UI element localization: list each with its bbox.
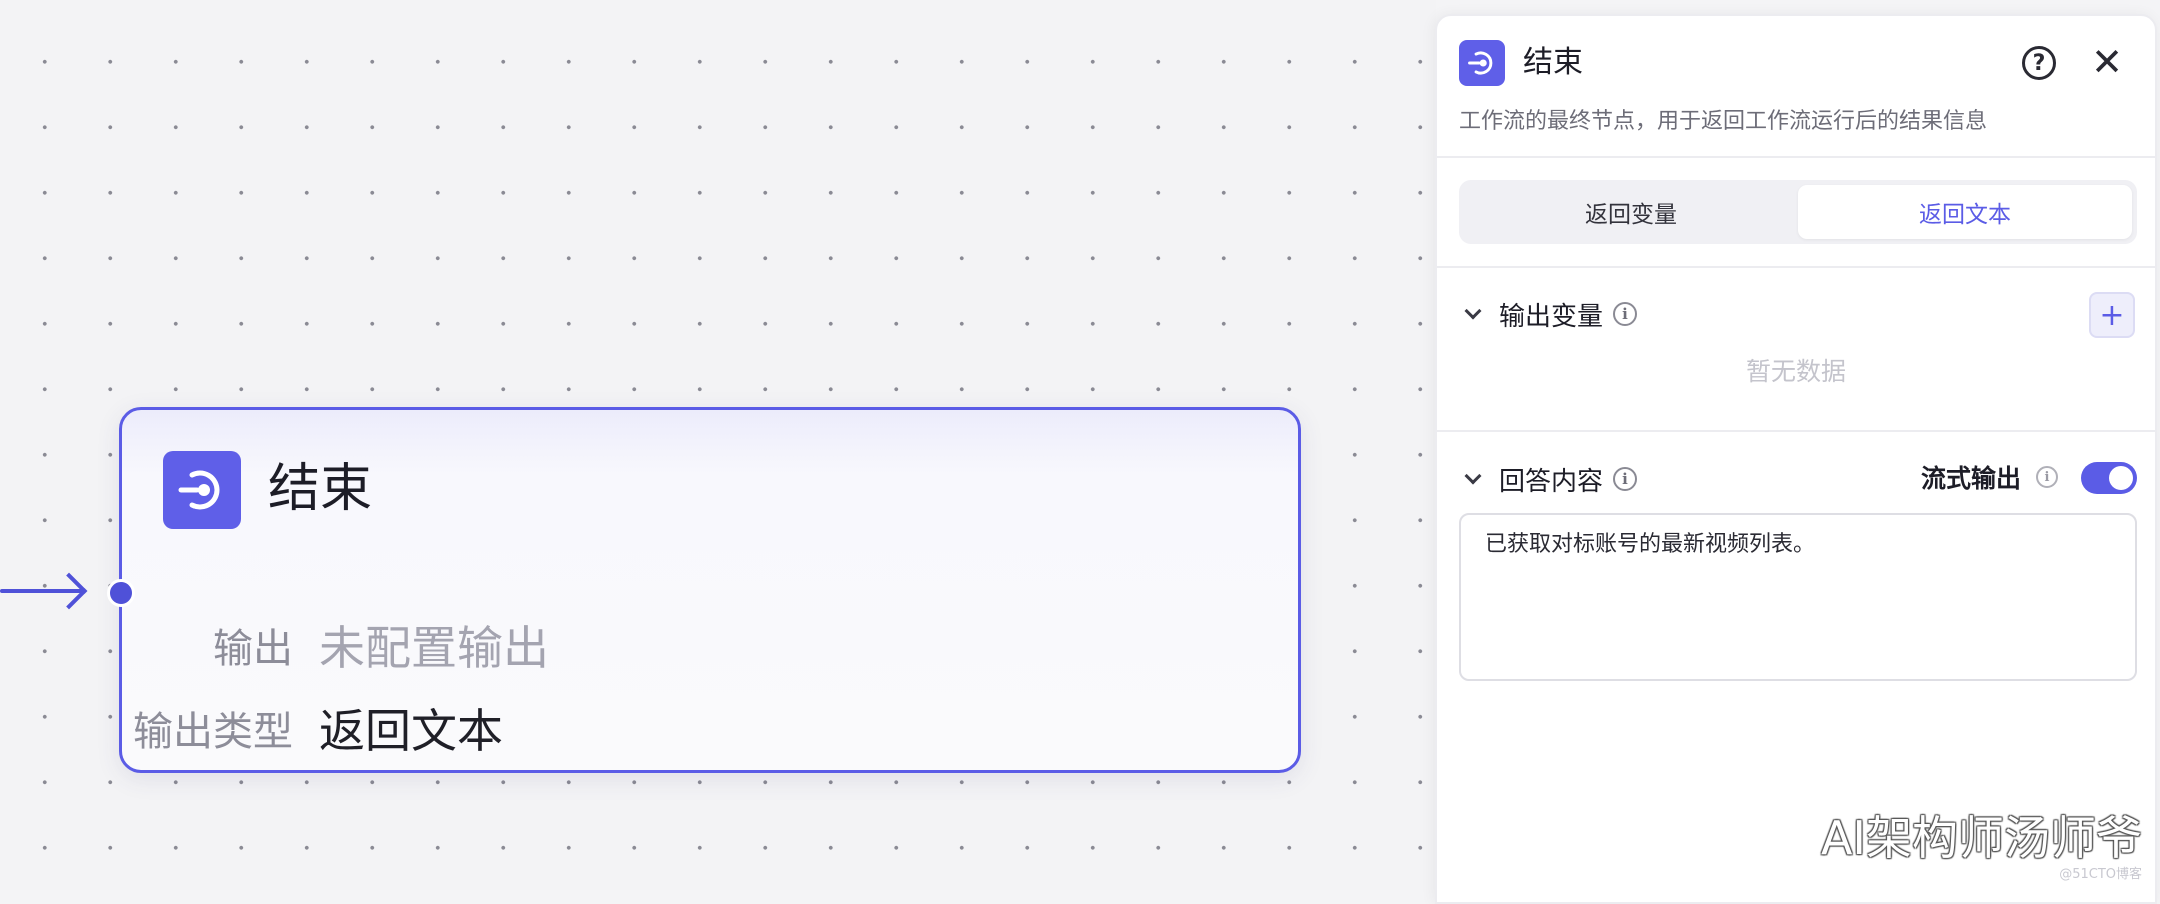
end-node-card[interactable]: 结束 输出 未配置输出 输出类型 返回文本 — [119, 407, 1301, 773]
node-output-type-row: 输出类型 返回文本 — [122, 698, 503, 758]
panel-title: 结束 — [1523, 42, 1583, 84]
output-type-value: 返回文本 — [319, 695, 503, 761]
output-type-label: 输出类型 — [122, 699, 319, 757]
help-icon[interactable]: ? — [2022, 46, 2056, 80]
tab-return-text[interactable]: 返回文本 — [1798, 185, 2132, 239]
answer-content-title: 回答内容 — [1499, 461, 1603, 498]
output-value: 未配置输出 — [319, 612, 549, 678]
node-output-row: 输出 未配置输出 — [122, 615, 549, 675]
divider — [1437, 156, 2155, 158]
watermark-subtext: @51CTO博客 — [2059, 863, 2142, 882]
answer-content-textarea[interactable]: 已获取对标账号的最新视频列表。 — [1459, 513, 2137, 681]
info-icon[interactable]: i — [1613, 467, 1637, 491]
add-variable-button[interactable]: + — [2089, 292, 2135, 338]
stream-output-label: 流式输出 — [1921, 459, 2021, 499]
watermark-text: AI架构师汤师爷 — [1821, 802, 2142, 868]
output-variables-header[interactable]: 输出变量 i — [1459, 294, 1637, 334]
info-icon[interactable]: i — [2036, 466, 2058, 488]
output-label: 输出 — [122, 616, 319, 674]
node-settings-panel: 结束 ? ✕ 工作流的最终节点，用于返回工作流运行后的结果信息 返回变量 返回文… — [1435, 14, 2157, 904]
panel-description: 工作流的最终节点，用于返回工作流运行后的结果信息 — [1459, 106, 1987, 138]
end-node-icon — [1459, 40, 1505, 86]
info-icon[interactable]: i — [1613, 302, 1637, 326]
end-node-icon — [163, 451, 241, 529]
stream-output-toggle[interactable] — [2081, 462, 2137, 494]
close-icon[interactable]: ✕ — [2087, 42, 2127, 82]
node-title: 结束 — [268, 454, 372, 524]
divider — [1437, 266, 2155, 268]
node-input-port[interactable] — [107, 579, 135, 607]
chevron-down-icon[interactable] — [1465, 468, 1482, 485]
output-variables-title: 输出变量 — [1499, 296, 1603, 333]
empty-state-text: 暂无数据 — [1437, 352, 2155, 388]
tab-return-variables[interactable]: 返回变量 — [1464, 185, 1798, 239]
return-mode-tabs: 返回变量 返回文本 — [1459, 180, 2137, 244]
toggle-knob — [2109, 466, 2133, 490]
chevron-down-icon[interactable] — [1465, 303, 1482, 320]
divider — [1437, 430, 2155, 432]
answer-content-header[interactable]: 回答内容 i — [1459, 459, 1637, 499]
